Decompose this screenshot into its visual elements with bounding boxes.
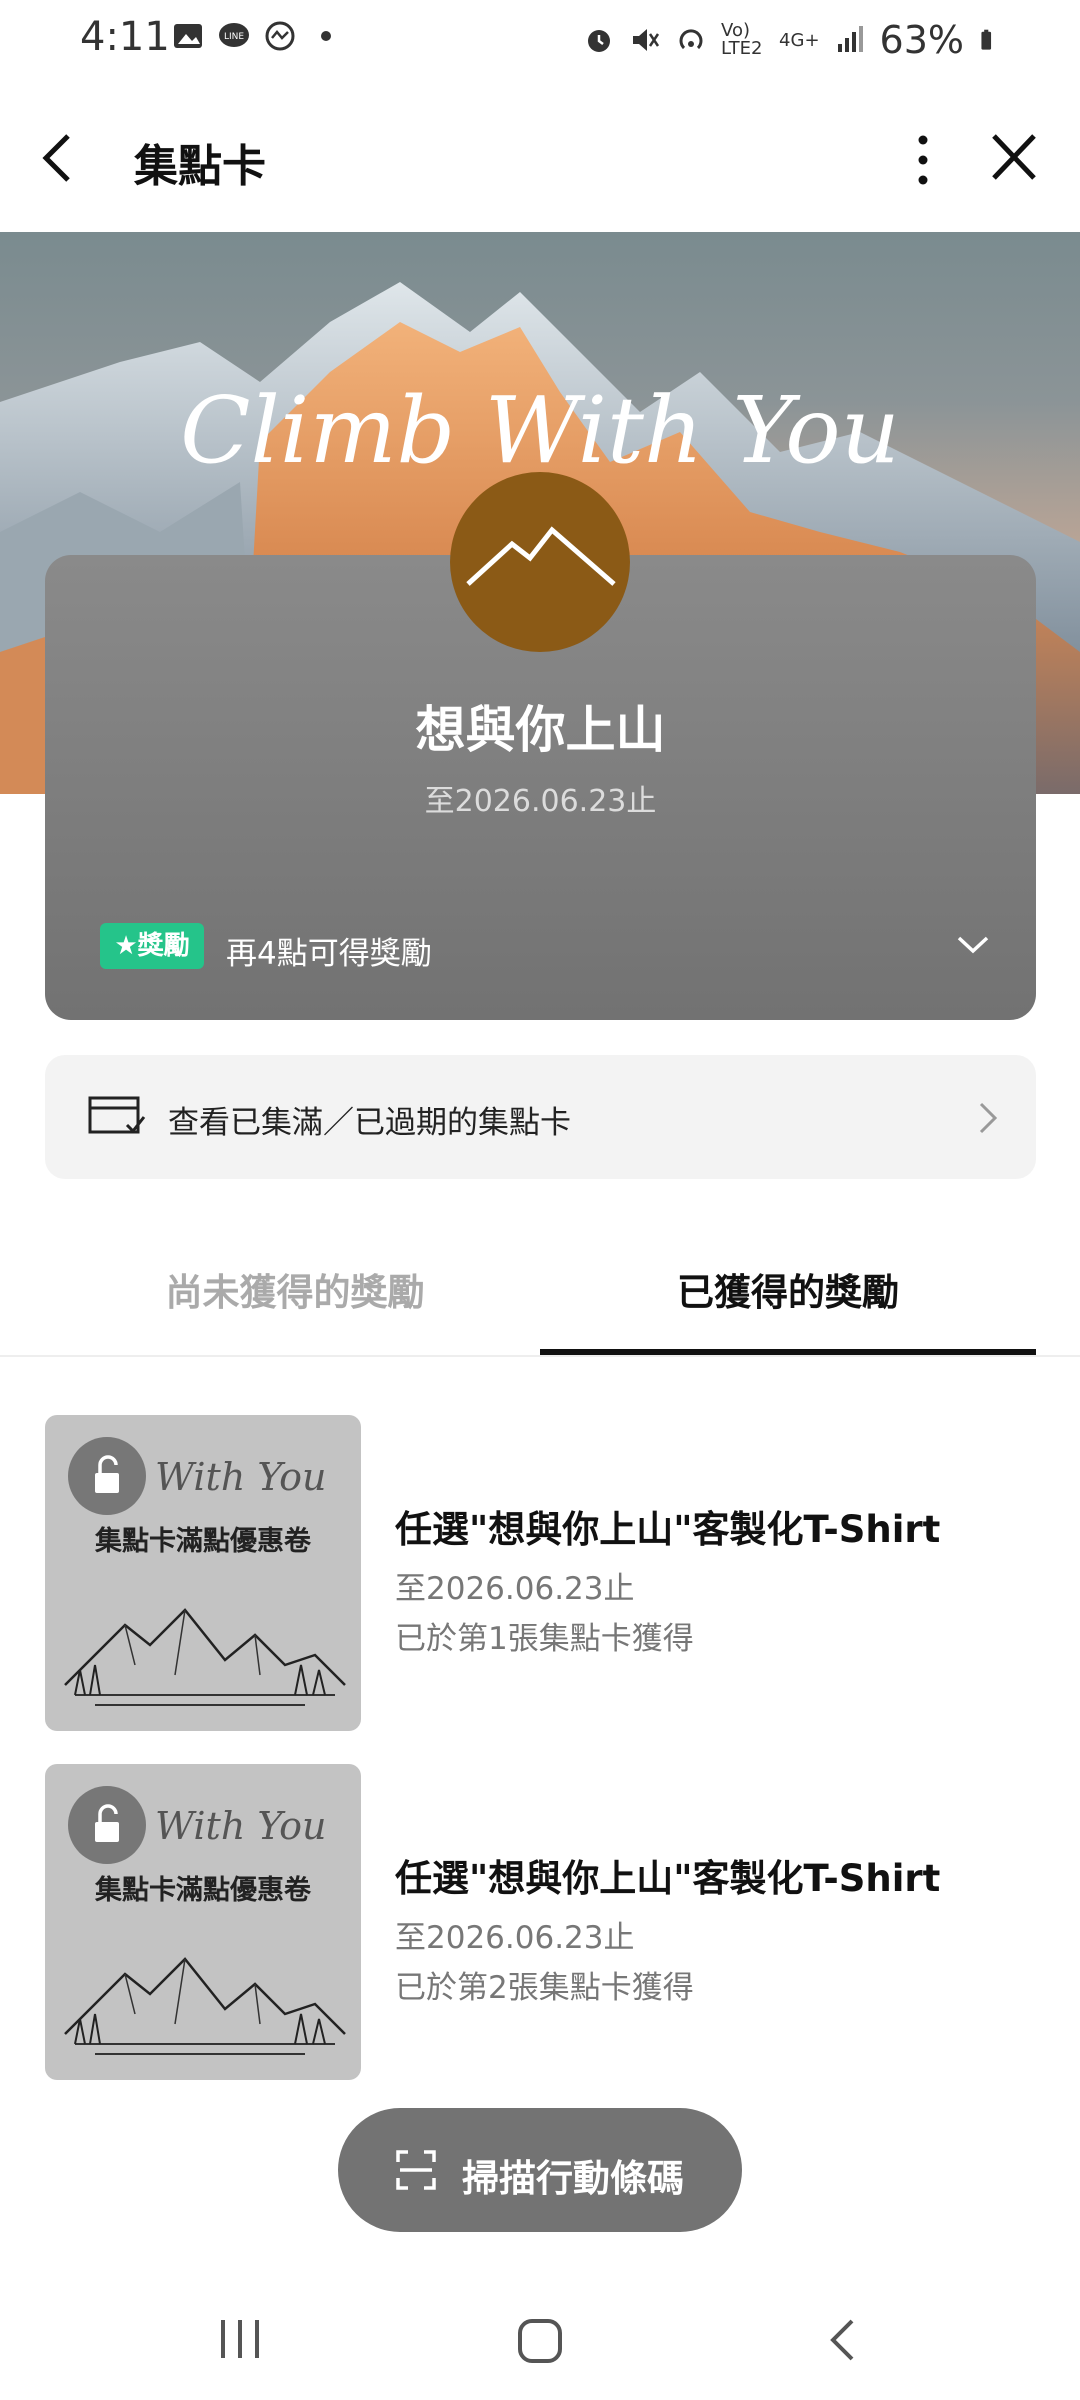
banner-script-text: Climb With You	[180, 377, 900, 484]
activity-icon	[265, 21, 295, 51]
expand-chevron-icon[interactable]	[956, 934, 990, 956]
gallery-icon	[174, 24, 202, 48]
signal-icon	[837, 26, 863, 52]
reward-badge: ★獎勵	[100, 923, 204, 969]
line-icon: LINE	[219, 23, 249, 47]
mountain-logo-icon	[466, 526, 616, 586]
tab-unearned-rewards[interactable]: 尚未獲得的獎勵	[80, 1262, 510, 1316]
close-button[interactable]	[990, 132, 1038, 182]
network-type-label: 4G+	[779, 29, 820, 51]
status-bar: 4:11 LINE Vo) LTE2 4G+ 63%	[0, 0, 1080, 80]
thumbnail-script-text: With You	[155, 1455, 327, 1499]
reward-title: 任選"想與你上山"客製化T-Shirt	[395, 1508, 941, 1551]
reward-date: 至2026.06.23止	[395, 1571, 635, 1607]
svg-text:LINE: LINE	[224, 32, 244, 42]
home-icon[interactable]	[516, 2317, 564, 2365]
mute-icon	[633, 29, 660, 51]
page-title: 集點卡	[134, 141, 266, 192]
mountain-sketch-icon	[64, 1608, 346, 1706]
alarm-icon	[588, 30, 611, 52]
reward-thumbnail: With You 集點卡滿點優惠卷	[45, 1415, 361, 1731]
reward-item[interactable]: With You 集點卡滿點優惠卷 任選"想與你上山"客製化T-Shirt 至2…	[45, 1415, 1036, 1731]
network-label: Vo) LTE2	[721, 20, 763, 59]
history-label: 查看已集滿／已過期的集點卡	[168, 1105, 571, 1141]
system-nav-bar	[0, 2270, 1080, 2400]
unlock-icon	[68, 1786, 146, 1864]
thumbnail-script-text: With You	[155, 1804, 327, 1848]
back-icon[interactable]	[826, 2318, 858, 2362]
thumbnail-label: 集點卡滿點優惠卷	[95, 1526, 311, 1557]
reward-date: 至2026.06.23止	[395, 1920, 635, 1956]
card-name: 想與你上山	[415, 701, 666, 759]
recents-icon[interactable]	[215, 2318, 265, 2360]
reward-progress-text: 再4點可得獎勵	[226, 936, 432, 972]
hotspot-icon	[679, 29, 703, 50]
battery-percent: 63%	[879, 18, 964, 62]
scan-barcode-button[interactable]: 掃描行動條碼	[338, 2108, 742, 2232]
more-options-button[interactable]	[908, 130, 938, 190]
card-check-icon	[88, 1096, 146, 1134]
chevron-right-icon	[979, 1102, 998, 1134]
tab-divider	[0, 1355, 1080, 1357]
shop-logo	[450, 472, 630, 652]
card-history-button[interactable]: 查看已集滿／已過期的集點卡	[45, 1055, 1036, 1179]
battery-icon	[981, 29, 992, 50]
card-valid-until: 至2026.06.23止	[424, 784, 657, 819]
status-time: 4:11	[80, 14, 170, 60]
back-button[interactable]	[38, 128, 78, 188]
reward-note: 已於第1張集點卡獲得	[395, 1621, 694, 1657]
mountain-sketch-icon	[64, 1957, 346, 2055]
tab-earned-rewards[interactable]: 已獲得的獎勵	[540, 1262, 1036, 1316]
unlock-icon	[68, 1437, 146, 1515]
reward-item[interactable]: With You 集點卡滿點優惠卷 任選"想與你上山"客製化T-Shirt 至2…	[45, 1764, 1036, 2080]
scan-icon	[396, 2150, 436, 2190]
thumbnail-label: 集點卡滿點優惠卷	[95, 1875, 311, 1906]
scan-label: 掃描行動條碼	[462, 2157, 684, 2200]
app-header: 集點卡	[0, 80, 1080, 232]
dot-icon	[321, 31, 331, 41]
reward-thumbnail: With You 集點卡滿點優惠卷	[45, 1764, 361, 2080]
reward-note: 已於第2張集點卡獲得	[395, 1970, 694, 2006]
reward-title: 任選"想與你上山"客製化T-Shirt	[395, 1857, 941, 1900]
